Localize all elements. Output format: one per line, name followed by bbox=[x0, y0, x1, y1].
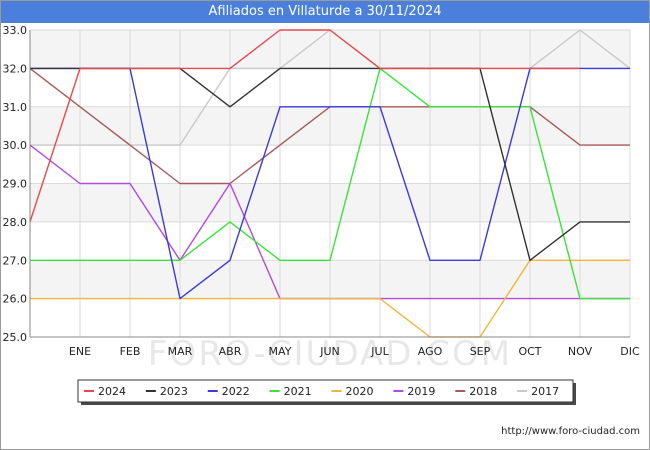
source-url[interactable]: http://www.foro-ciudad.com bbox=[501, 426, 640, 437]
legend-label[interactable]: 2017 bbox=[531, 385, 559, 398]
line-chart: FORO-CIUDAD.COM 25.026.027.028.029.030.0… bbox=[3, 24, 640, 405]
x-tick-label: JUN bbox=[319, 345, 340, 358]
x-tick-label: ABR bbox=[219, 345, 242, 358]
legend: 2024 2023 2022 2021 2020 2019 2018 2017 bbox=[77, 379, 576, 405]
y-tick-label: 27.0 bbox=[3, 254, 28, 267]
legend-label[interactable]: 2021 bbox=[284, 385, 312, 398]
legend-label[interactable]: 2023 bbox=[160, 385, 188, 398]
y-tick-label: 25.0 bbox=[3, 331, 28, 344]
legend-label[interactable]: 2019 bbox=[407, 385, 435, 398]
x-tick-label: JUL bbox=[370, 345, 389, 358]
x-tick-label: AGO bbox=[418, 345, 443, 358]
x-tick-label: ENE bbox=[69, 345, 91, 358]
legend-label[interactable]: 2020 bbox=[346, 385, 374, 398]
legend-label[interactable]: 2024 bbox=[98, 385, 126, 398]
x-tick-label: FEB bbox=[120, 345, 141, 358]
x-tick-label: NOV bbox=[568, 345, 593, 358]
y-tick-label: 28.0 bbox=[3, 216, 28, 229]
legend-label[interactable]: 2018 bbox=[469, 385, 497, 398]
y-tick-label: 26.0 bbox=[3, 293, 28, 306]
y-tick-label: 29.0 bbox=[3, 178, 28, 191]
x-tick-label: DIC bbox=[620, 345, 640, 358]
x-tick-label: MAR bbox=[168, 345, 193, 358]
y-tick-label: 31.0 bbox=[3, 101, 28, 114]
y-tick-labels: 25.0 26.0 27.0 28.0 29.0 30.0 31.0 32.0 33.0 bbox=[3, 24, 28, 344]
x-tick-label: MAY bbox=[269, 345, 292, 358]
x-tick-label: SEP bbox=[470, 345, 491, 358]
y-tick-label: 30.0 bbox=[3, 139, 28, 152]
y-tick-label: 33.0 bbox=[3, 24, 28, 37]
x-tick-label: OCT bbox=[518, 345, 541, 358]
legend-label[interactable]: 2022 bbox=[222, 385, 250, 398]
y-tick-label: 32.0 bbox=[3, 62, 28, 75]
